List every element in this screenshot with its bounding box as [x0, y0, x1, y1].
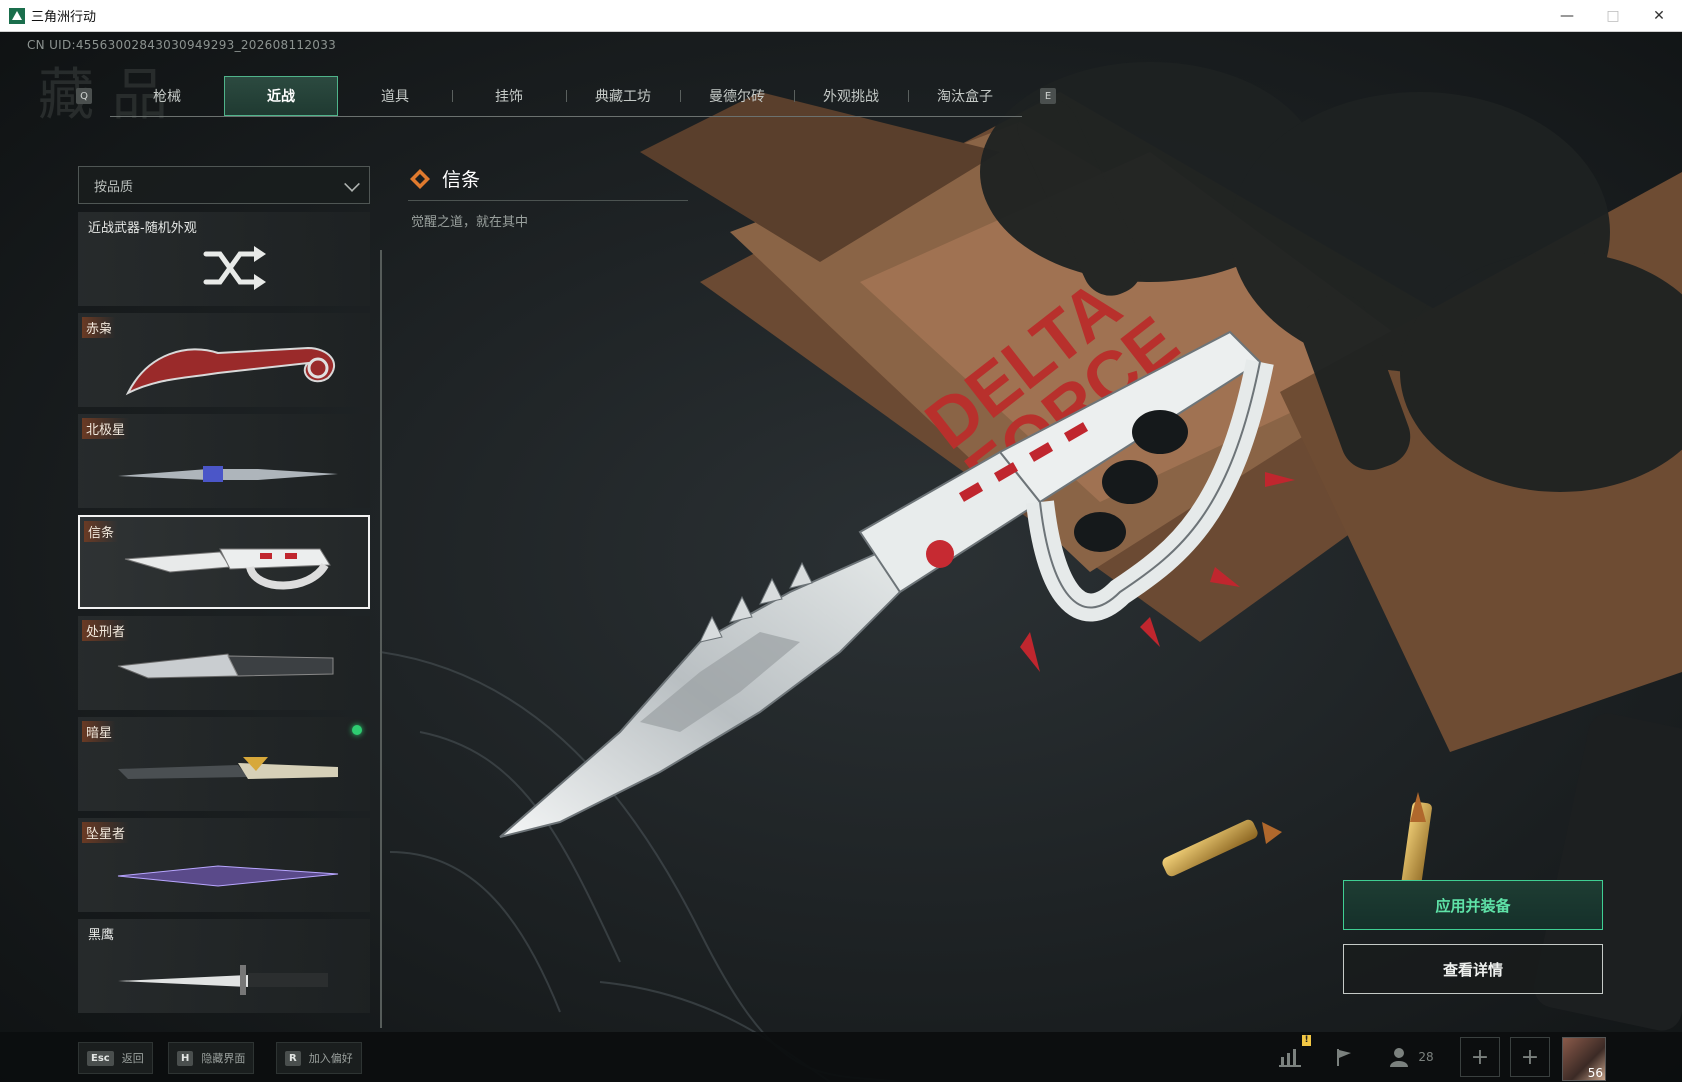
- friends-button[interactable]: 28: [1382, 1040, 1442, 1074]
- list-item-polaris[interactable]: 北极星: [78, 414, 370, 508]
- star-faller-knife-image: [117, 865, 339, 887]
- dark-star-knife-image: [118, 757, 338, 779]
- plus-icon: +: [1510, 1037, 1550, 1077]
- tab-elimination-box[interactable]: 淘汰盒子: [908, 76, 1022, 116]
- list-item-black-hawk[interactable]: 黑鹰: [78, 919, 370, 1013]
- avatar[interactable]: 56: [1562, 1037, 1606, 1081]
- back-label: 返回: [121, 1052, 144, 1065]
- view-details-button[interactable]: 查看详情: [1343, 944, 1603, 994]
- quality-filter-dropdown[interactable]: 按品质: [78, 166, 370, 204]
- list-item-random[interactable]: 近战武器-随机外观: [78, 212, 370, 306]
- black-hawk-knife-image: [118, 965, 328, 995]
- player-level: 56: [1587, 1066, 1603, 1080]
- karambit-knife-image: [125, 346, 336, 396]
- item-name: 信条: [442, 169, 481, 191]
- quality-diamond-icon: [410, 169, 430, 189]
- list-scrollbar[interactable]: [380, 250, 382, 1028]
- creed-knife-image: [124, 548, 331, 590]
- apply-and-equip-button[interactable]: 应用并装备: [1343, 880, 1603, 930]
- window-titlebar: 三角洲行动 — □ ✕: [0, 0, 1682, 32]
- app-logo-icon: [9, 7, 25, 24]
- filter-label: 按品质: [94, 179, 134, 195]
- minimize-icon[interactable]: —: [1544, 0, 1590, 31]
- list-item-creed[interactable]: 信条: [78, 515, 370, 609]
- h-key: H: [177, 1050, 194, 1066]
- add-slot-button-1[interactable]: +: [1460, 1037, 1500, 1077]
- prev-tab-key[interactable]: Q: [76, 88, 92, 104]
- notification-badge-icon: !: [1302, 1035, 1311, 1046]
- friends-icon: [1390, 1048, 1409, 1067]
- hide-ui-label: 隐藏界面: [201, 1052, 246, 1065]
- tab-skin-challenge[interactable]: 外观挑战: [794, 76, 908, 116]
- bottom-bar: Esc 返回 H 隐藏界面 R 加入偏好 ! 28 + + 56: [0, 1032, 1682, 1082]
- detail-divider: [408, 200, 688, 201]
- dagger-image: [118, 466, 338, 482]
- tab-firearms[interactable]: 枪械: [110, 76, 224, 116]
- plus-icon: +: [1460, 1037, 1500, 1077]
- next-tab-key[interactable]: E: [1040, 88, 1056, 104]
- item-description: 觉醒之道，就在其中: [411, 215, 529, 230]
- melee-skin-list: 近战武器-随机外观 赤枭 北极星 信条 处刑者 暗星 坠星者 黑鹰: [78, 212, 370, 1020]
- list-item-dark-star[interactable]: 暗星: [78, 717, 370, 811]
- tab-gadgets[interactable]: 道具: [338, 76, 452, 116]
- tab-charms[interactable]: 挂饰: [452, 76, 566, 116]
- add-favorite-hint-button[interactable]: R 加入偏好: [276, 1042, 362, 1074]
- hide-ui-hint-button[interactable]: H 隐藏界面: [168, 1042, 255, 1074]
- flag-icon[interactable]: [1326, 1040, 1362, 1074]
- friends-count: 28: [1418, 1050, 1434, 1064]
- close-icon[interactable]: ✕: [1636, 0, 1682, 31]
- back-hint-button[interactable]: Esc 返回: [78, 1042, 153, 1074]
- maximize-icon[interactable]: □: [1590, 0, 1636, 31]
- window-title: 三角洲行动: [31, 10, 97, 25]
- r-key: R: [285, 1050, 301, 1066]
- tab-collection-workshop[interactable]: 典藏工坊: [566, 76, 680, 116]
- equipped-indicator: [352, 725, 362, 735]
- tab-mandel-brick[interactable]: 曼德尔砖: [680, 76, 794, 116]
- chevron-down-icon: [344, 176, 360, 192]
- list-item-chixiao[interactable]: 赤枭: [78, 313, 370, 407]
- add-slot-button-2[interactable]: +: [1510, 1037, 1550, 1077]
- category-tabs: Q 枪械 近战 道具 挂饰 典藏工坊 曼德尔砖 外观挑战 淘汰盒子 E: [76, 75, 1056, 117]
- list-item-executioner[interactable]: 处刑者: [78, 616, 370, 710]
- esc-key: Esc: [87, 1050, 114, 1066]
- shuffle-icon: [203, 246, 266, 290]
- executioner-knife-image: [117, 653, 334, 679]
- add-favorite-label: 加入偏好: [308, 1052, 353, 1065]
- game-viewport: DELTA FORCE: [0, 32, 1682, 1082]
- list-item-star-faller[interactable]: 坠星者: [78, 818, 370, 912]
- tab-melee[interactable]: 近战: [224, 75, 338, 116]
